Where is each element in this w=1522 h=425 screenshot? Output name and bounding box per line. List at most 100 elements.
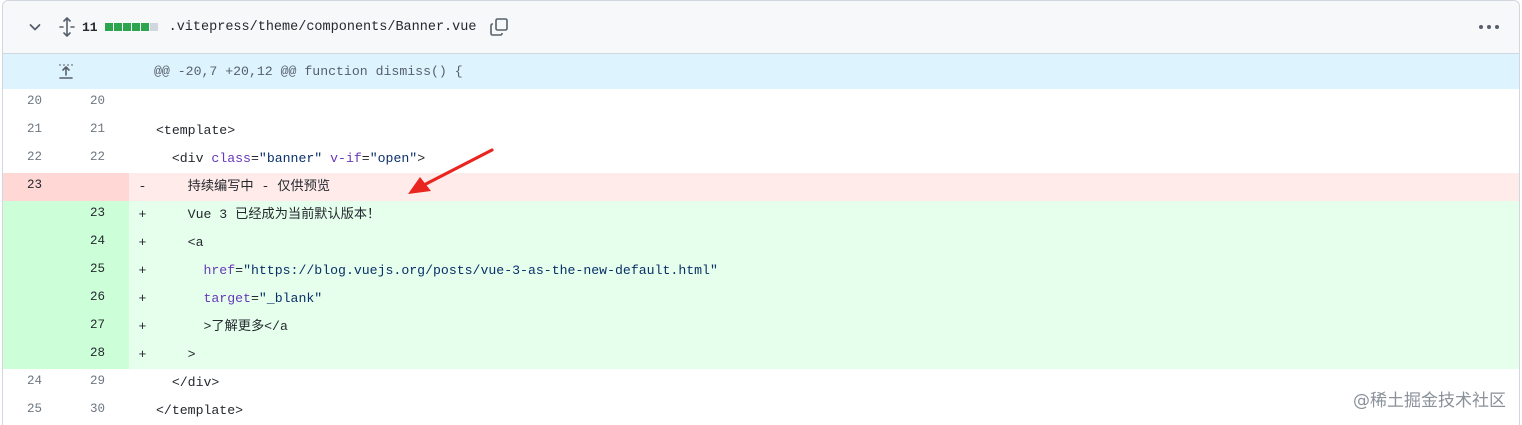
diffstat-square <box>104 23 113 31</box>
code-token: href <box>203 263 236 278</box>
old-line-number[interactable]: 21 <box>3 117 66 145</box>
file-path[interactable]: .vitepress/theme/components/Banner.vue <box>169 20 477 35</box>
old-line-number[interactable] <box>3 285 66 313</box>
hunk-header-row: @@ -20,7 +20,12 @@ function dismiss() { <box>3 54 1519 89</box>
watermark: @稀土掘金技术社区 <box>1353 391 1506 411</box>
code-token: <template> <box>156 123 236 138</box>
code-token: Vue 3 已经成为当前默认版本！ <box>187 207 381 222</box>
diff-sign <box>129 117 156 145</box>
old-line-number[interactable] <box>3 313 66 341</box>
new-line-number[interactable]: 28 <box>66 341 129 369</box>
old-line-number[interactable] <box>3 201 66 229</box>
new-line-number[interactable]: 25 <box>66 257 129 285</box>
diff-sign <box>129 89 156 117</box>
new-line-number[interactable]: 20 <box>66 89 129 117</box>
code-content: <template> <box>156 117 1519 145</box>
old-line-number[interactable]: 25 <box>3 397 66 425</box>
diff-sign: + <box>129 229 156 257</box>
new-line-number[interactable]: 22 <box>66 145 129 173</box>
code-content: href="https://blog.vuejs.org/posts/vue-3… <box>156 257 1519 285</box>
old-line-number[interactable]: 24 <box>3 369 66 397</box>
copy-icon[interactable] <box>488 16 510 38</box>
new-line-number[interactable]: 30 <box>66 397 129 425</box>
diff-lines: 20 20 21 21 <template> 22 22 <div class="banne… <box>3 89 1519 425</box>
code-token: >了解更多</a <box>203 319 288 334</box>
hunk-header: @@ -20,7 +20,12 @@ function dismiss() { <box>129 54 1519 89</box>
diffstat-square <box>131 23 140 31</box>
diffstat-bar <box>104 23 159 31</box>
chevron-down-icon[interactable] <box>24 16 46 38</box>
diff-sign: + <box>129 257 156 285</box>
code-content: Vue 3 已经成为当前默认版本！ <box>156 201 1519 229</box>
kebab-horizontal-icon[interactable] <box>1477 16 1501 38</box>
code-token: "https://blog.vuejs.org/posts/vue-3-as-t… <box>243 263 718 278</box>
old-line-number[interactable]: 23 <box>3 173 66 201</box>
deleted-line: 23 - 持续编写中 - 仅供预览 <box>3 173 1519 201</box>
new-line-number[interactable] <box>66 173 129 201</box>
code-token: = <box>235 263 244 278</box>
diff-sign: + <box>129 201 156 229</box>
code-token: <a <box>187 235 204 250</box>
old-line-number[interactable] <box>3 257 66 285</box>
diff-sign: + <box>129 285 156 313</box>
old-line-number[interactable]: 22 <box>3 145 66 173</box>
added-line: 24 + <a <box>3 229 1519 257</box>
context-line: 24 29 </div> <box>3 369 1519 397</box>
code-token: "banner" <box>258 151 323 166</box>
diffstat-square <box>140 23 149 31</box>
code-token: 持续编写中 - 仅供预览 <box>187 179 331 194</box>
code-content: > <box>156 341 1519 369</box>
change-count: 11 <box>82 19 98 35</box>
diffstat-square <box>122 23 131 31</box>
code-content <box>156 89 1519 117</box>
code-token: = <box>250 151 259 166</box>
new-line-number[interactable]: 23 <box>66 201 129 229</box>
diff-sign: + <box>129 341 156 369</box>
added-line: 26 + target="_blank" <box>3 285 1519 313</box>
code-token: "_blank" <box>258 291 323 306</box>
code-content: 持续编写中 - 仅供预览 <box>156 173 1519 201</box>
added-line: 25 + href="https://blog.vuejs.org/posts/v… <box>3 257 1519 285</box>
code-token: </div> <box>171 375 220 390</box>
code-token: class <box>211 151 251 166</box>
diffstat-square <box>149 23 158 31</box>
context-line: 22 22 <div class="banner" v-if="open"> <box>3 145 1519 173</box>
code-token: v-if <box>330 151 362 166</box>
fold-up-icon[interactable] <box>3 54 129 89</box>
unfold-icon[interactable] <box>56 16 78 38</box>
context-line: 21 21 <template> <box>3 117 1519 145</box>
diff-sign <box>129 145 156 173</box>
new-line-number[interactable]: 29 <box>66 369 129 397</box>
diff-sign: - <box>129 173 156 201</box>
new-line-number[interactable]: 27 <box>66 313 129 341</box>
code-content: <div class="banner" v-if="open"> <box>156 145 1519 173</box>
new-line-number[interactable]: 21 <box>66 117 129 145</box>
added-line: 28 + > <box>3 341 1519 369</box>
code-token: target <box>203 291 251 306</box>
code-content: </template> <box>156 397 1519 425</box>
diffstat-square <box>113 23 122 31</box>
diff-sign <box>129 369 156 397</box>
old-line-number[interactable] <box>3 229 66 257</box>
code-content: </div> <box>156 369 1519 397</box>
old-line-number[interactable] <box>3 341 66 369</box>
context-line: 25 30 </template> <box>3 397 1519 425</box>
added-line: 27 + >了解更多</a <box>3 313 1519 341</box>
diff-sign: + <box>129 313 156 341</box>
old-line-number[interactable]: 20 <box>3 89 66 117</box>
new-line-number[interactable]: 26 <box>66 285 129 313</box>
new-line-number[interactable]: 24 <box>66 229 129 257</box>
code-token: </template> <box>156 403 244 418</box>
code-token: = <box>250 291 259 306</box>
code-token: <div <box>171 151 212 166</box>
code-content: >了解更多</a <box>156 313 1519 341</box>
diff-file: 11 .vitepress/theme/components/Banner.vu… <box>2 0 1520 425</box>
